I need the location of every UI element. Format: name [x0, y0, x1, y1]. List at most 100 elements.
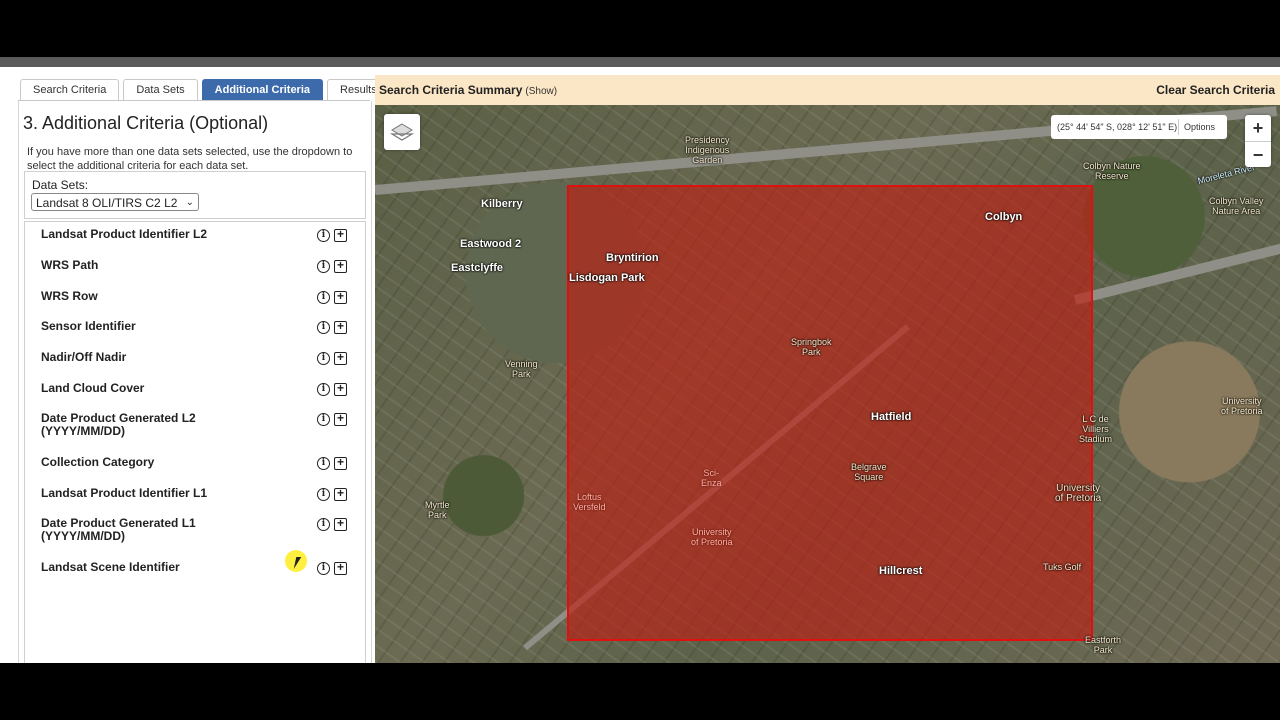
criteria-label: Collection Category — [41, 455, 155, 469]
criteria-item: Landsat Scene Identifier — [41, 561, 321, 574]
criteria-actions: i + — [317, 351, 347, 365]
criteria-actions: i + — [317, 228, 347, 242]
criteria-list: Landsat Product Identifier L2 i + WRS Path i… — [24, 221, 366, 663]
coordinate-readout: (25° 44' 54" S, 028° 12' 51" E) Options — [1051, 115, 1227, 139]
criteria-actions: i + — [317, 320, 347, 334]
datasets-selected-value: Landsat 8 OLI/TIRS C2 L2 — [36, 196, 178, 210]
place-label: Eastforth Park — [1085, 635, 1122, 655]
layers-button[interactable] — [384, 114, 420, 150]
browser-toolbar-strip — [0, 57, 1280, 67]
place-label: Eastclyffe — [451, 262, 503, 274]
criteria-label: WRS Path — [41, 258, 99, 272]
tab-additional-criteria[interactable]: Additional Criteria — [201, 79, 324, 100]
place-label: Myrtle Park — [425, 500, 450, 520]
screen-bottom-bar — [0, 663, 1280, 720]
info-icon[interactable]: i — [317, 562, 330, 575]
criteria-actions: i + — [317, 487, 347, 501]
coordinate-text: (25° 44' 54" S, 028° 12' 51" E) — [1057, 122, 1178, 132]
add-criteria-icon[interactable]: + — [334, 320, 347, 334]
divider — [1178, 119, 1179, 135]
place-label: Hatfield — [871, 411, 912, 423]
place-label: Sci- Enza — [701, 468, 722, 488]
place-label: University of Pretoria — [1055, 483, 1102, 504]
criteria-actions: i + — [317, 259, 347, 273]
criteria-label: Sensor Identifier — [41, 319, 136, 333]
earthexplorer-app: Search Criteria Data Sets Additional Cri… — [0, 67, 1280, 663]
screen-top-bar — [0, 0, 1280, 57]
map-road — [1073, 241, 1280, 305]
criteria-actions: i + — [317, 456, 347, 470]
criteria-item: Nadir/Off Nadir — [41, 351, 321, 364]
criteria-item: Landsat Product Identifier L1 — [41, 487, 321, 500]
info-icon[interactable]: i — [317, 321, 330, 334]
add-criteria-icon[interactable]: + — [334, 290, 347, 304]
criteria-label: Nadir/Off Nadir — [41, 350, 127, 364]
tab-bar: Search Criteria Data Sets Additional Cri… — [20, 79, 390, 101]
tab-search-criteria[interactable]: Search Criteria — [20, 79, 120, 100]
info-icon[interactable]: i — [317, 488, 330, 501]
info-icon[interactable]: i — [317, 413, 330, 426]
place-label: Belgrave Square — [851, 462, 887, 482]
layers-icon — [389, 123, 415, 141]
criteria-label: Landsat Scene Identifier — [41, 560, 180, 574]
criteria-label: WRS Row — [41, 289, 98, 303]
zoom-out-button[interactable]: − — [1245, 142, 1271, 168]
add-criteria-icon[interactable]: + — [334, 228, 347, 242]
add-criteria-icon[interactable]: + — [334, 259, 347, 273]
info-icon[interactable]: i — [317, 352, 330, 365]
info-icon[interactable]: i — [317, 383, 330, 396]
add-criteria-icon[interactable]: + — [334, 412, 347, 426]
tab-data-sets[interactable]: Data Sets — [123, 79, 198, 100]
left-panel: Search Criteria Data Sets Additional Cri… — [18, 75, 390, 663]
criteria-item: Land Cloud Cover — [41, 382, 321, 395]
criteria-actions: i + — [317, 517, 347, 531]
criteria-sublabel: (YYYY/MM/DD) — [41, 424, 125, 438]
options-button[interactable]: Options — [1184, 115, 1215, 139]
criteria-item: Date Product Generated L2 (YYYY/MM/DD) — [41, 412, 321, 438]
place-label: University of Pretoria — [691, 527, 733, 547]
add-criteria-icon[interactable]: + — [334, 487, 347, 501]
criteria-actions: i + — [317, 290, 347, 304]
add-criteria-icon[interactable]: + — [334, 456, 347, 470]
info-icon[interactable]: i — [317, 518, 330, 531]
add-criteria-icon[interactable]: + — [334, 351, 347, 365]
place-label: Colbyn Nature Reserve — [1083, 161, 1141, 181]
place-label: University of Pretoria — [1221, 396, 1263, 416]
criteria-sublabel: (YYYY/MM/DD) — [41, 529, 125, 543]
place-label: Colbyn Valley Nature Area — [1209, 196, 1264, 216]
place-label: Springbok Park — [791, 337, 832, 357]
page-title: 3. Additional Criteria (Optional) — [23, 113, 269, 133]
criteria-label: Land Cloud Cover — [41, 381, 145, 395]
summary-show-link[interactable]: (Show) — [525, 86, 557, 97]
datasets-dropdown[interactable]: Landsat 8 OLI/TIRS C2 L2 ⌄ — [31, 193, 199, 211]
map-view[interactable]: Kilberry Eastwood 2 Eastclyffe Colbyn Br… — [375, 105, 1280, 663]
info-icon[interactable]: i — [317, 291, 330, 304]
chevron-down-icon: ⌄ — [185, 197, 194, 208]
clear-search-criteria-button[interactable]: Clear Search Criteria — [1156, 83, 1275, 97]
place-label: Presidency Indigenous Garden — [685, 135, 730, 165]
place-label: Lisdogan Park — [569, 272, 645, 284]
add-criteria-icon[interactable]: + — [334, 382, 347, 396]
criteria-label: Landsat Product Identifier L2 — [41, 227, 208, 241]
add-criteria-icon[interactable]: + — [334, 517, 347, 531]
criteria-actions: i + — [317, 412, 347, 426]
place-label: Hillcrest — [879, 565, 923, 577]
add-criteria-icon[interactable]: + — [334, 561, 347, 575]
criteria-item: WRS Row — [41, 290, 321, 303]
place-label: Loftus Versfeld — [573, 492, 606, 512]
place-label: Kilberry — [481, 198, 523, 210]
criteria-item: Collection Category — [41, 456, 321, 469]
zoom-in-button[interactable]: + — [1245, 115, 1271, 141]
info-icon[interactable]: i — [317, 457, 330, 470]
search-criteria-summary-bar: Search Criteria Summary (Show) Clear Sear… — [375, 75, 1280, 105]
summary-title-text: Search Criteria Summary — [379, 83, 523, 97]
criteria-item: WRS Path — [41, 259, 321, 272]
criteria-item: Date Product Generated L1 (YYYY/MM/DD) — [41, 517, 321, 543]
criteria-item: Landsat Product Identifier L2 — [41, 228, 321, 241]
zoom-control: + − — [1245, 115, 1271, 167]
datasets-box: Data Sets: Landsat 8 OLI/TIRS C2 L2 ⌄ — [24, 171, 366, 219]
info-icon[interactable]: i — [317, 260, 330, 273]
summary-title: Search Criteria Summary (Show) — [379, 83, 557, 97]
info-icon[interactable]: i — [317, 229, 330, 242]
criteria-actions: i + — [317, 561, 347, 575]
